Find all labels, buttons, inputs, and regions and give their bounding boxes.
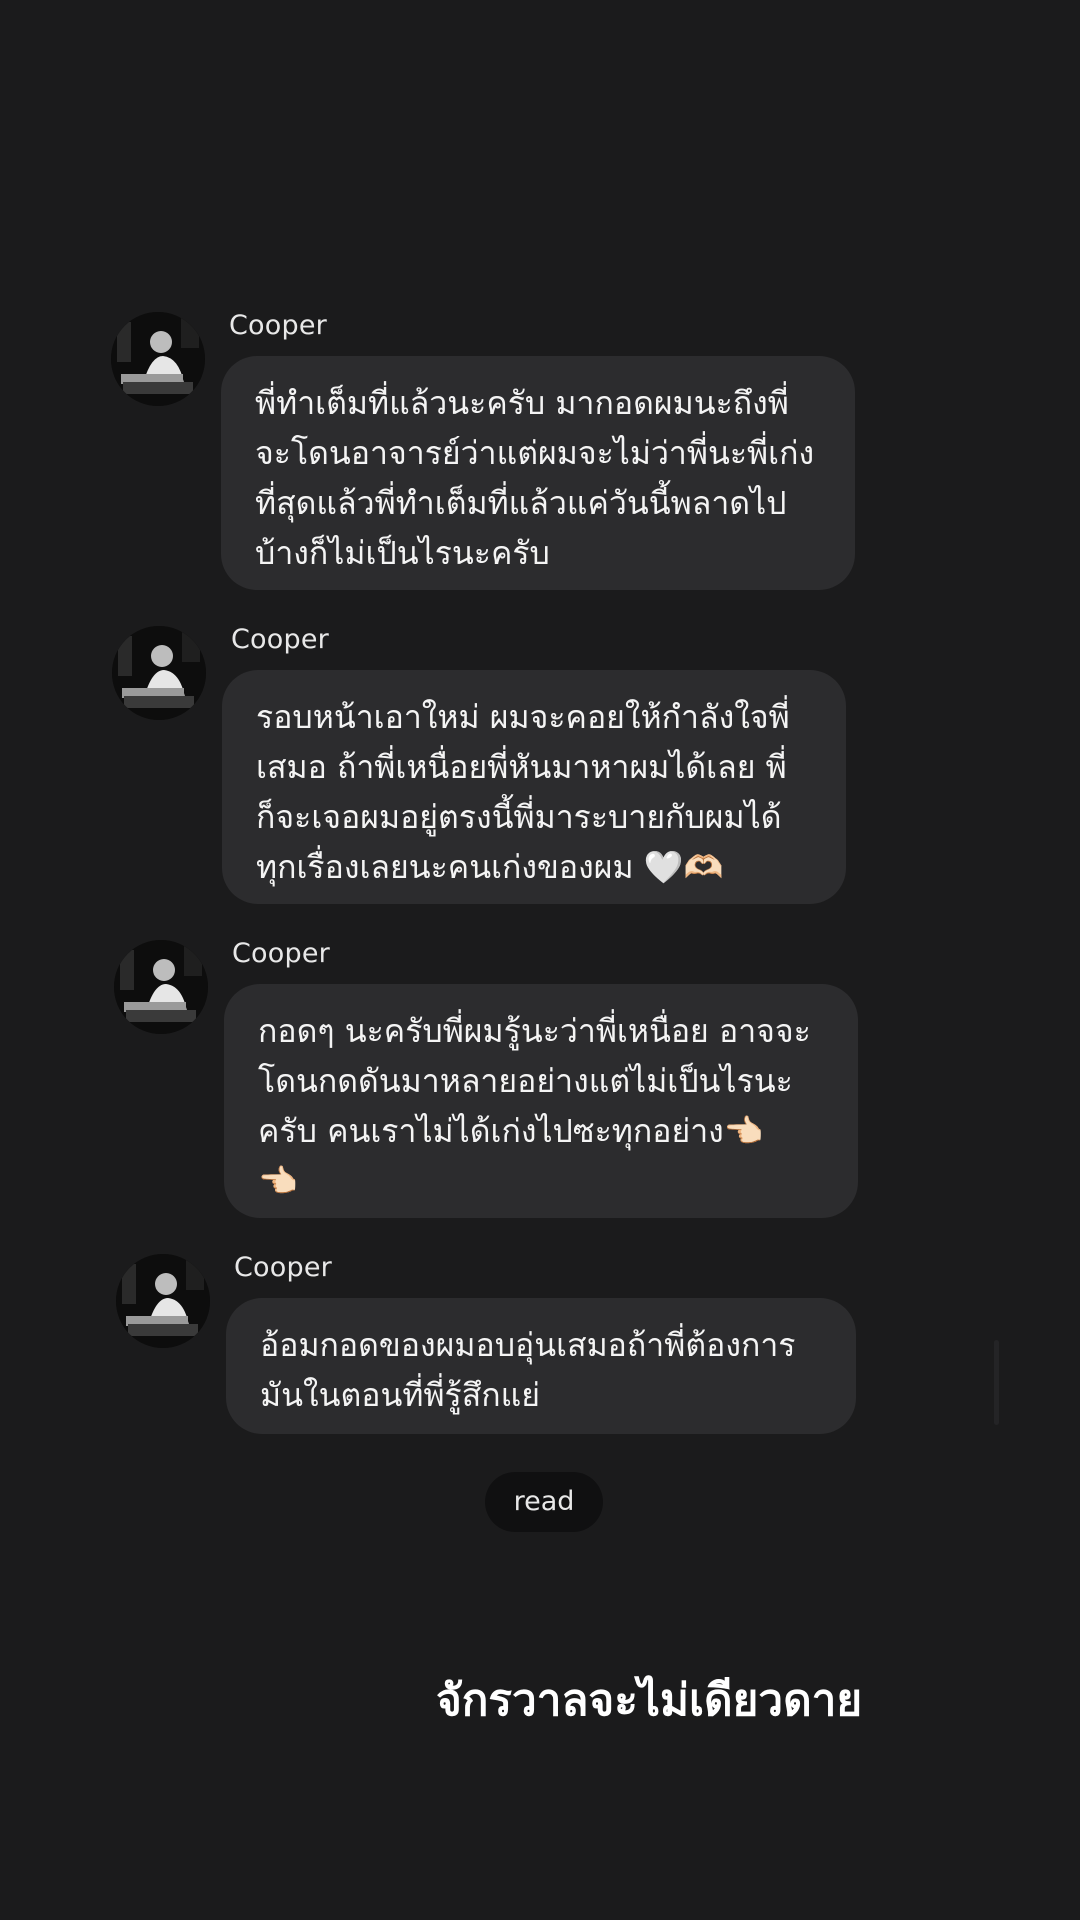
avatar-photo-icon bbox=[114, 940, 208, 1034]
message-line: จะโดนอาจารย์ว่าแต่ผมจะไม่ว่าพี่นะพี่เก่ง bbox=[255, 434, 815, 472]
avatar[interactable] bbox=[114, 940, 208, 1034]
scrollbar[interactable] bbox=[994, 1340, 999, 1425]
avatar[interactable] bbox=[112, 626, 206, 720]
sender-name: Cooper bbox=[229, 310, 327, 341]
message-line: อ้อมกอดของผมอบอุ่นเสมอถ้าพี่ต้องการ bbox=[260, 1326, 796, 1364]
message-bubble[interactable]: รอบหน้าเอาใหม่ ผมจะคอยให้กำลังใจพี่ เสมอ… bbox=[222, 670, 846, 904]
message-line: ที่สุดแล้วพี่ทำเต็มที่แล้วแค่วันนี้พลาดไ… bbox=[255, 484, 787, 522]
message-bubble[interactable]: พี่ทำเต็มที่แล้วนะครับ มากอดผมนะถึงพี่ จ… bbox=[221, 356, 855, 590]
sender-name: Cooper bbox=[232, 938, 330, 969]
message-line: ครับ คนเราไม่ได้เก่งไปซะทุกอย่าง👈🏻 bbox=[258, 1112, 764, 1150]
sender-name: Cooper bbox=[231, 624, 329, 655]
message-line: พี่ทำเต็มที่แล้วนะครับ มากอดผมนะถึงพี่ bbox=[255, 384, 789, 422]
message-line: รอบหน้าเอาใหม่ ผมจะคอยให้กำลังใจพี่ bbox=[256, 698, 790, 736]
message-line: 👈🏻 bbox=[258, 1162, 298, 1200]
avatar[interactable] bbox=[116, 1254, 210, 1348]
message-line: มันในตอนที่พี่รู้สึกแย่ bbox=[260, 1376, 540, 1414]
message-line: บ้างก็ไม่เป็นไรนะครับ bbox=[255, 534, 550, 572]
message-bubble[interactable]: อ้อมกอดของผมอบอุ่นเสมอถ้าพี่ต้องการ มันใ… bbox=[226, 1298, 856, 1434]
avatar[interactable] bbox=[111, 312, 205, 406]
sender-name: Cooper bbox=[234, 1252, 332, 1283]
avatar-photo-icon bbox=[112, 626, 206, 720]
message-line: ก็จะเจอผมอยู่ตรงนี้พี่มาระบายกับผมได้ bbox=[256, 798, 782, 836]
message-line: กอดๆ นะครับพี่ผมรู้นะว่าพี่เหนื่อย อาจจะ bbox=[258, 1012, 811, 1050]
story-caption: จักรวาลจะไม่เดียวดาย bbox=[436, 1675, 863, 1726]
message-line: เสมอ ถ้าพี่เหนื่อยพี่หันมาหาผมได้เลย พี่ bbox=[256, 748, 787, 786]
message-line: โดนกดดันมาหลายอย่างแต่ไม่เป็นไรนะ bbox=[258, 1062, 793, 1100]
message-bubble[interactable]: กอดๆ นะครับพี่ผมรู้นะว่าพี่เหนื่อย อาจจะ… bbox=[224, 984, 858, 1218]
read-receipt-badge: read bbox=[485, 1472, 603, 1532]
message-line: ทุกเรื่องเลยนะคนเก่งของผม 🤍🫶🏻 bbox=[256, 848, 724, 886]
avatar-photo-icon bbox=[116, 1254, 210, 1348]
avatar-photo-icon bbox=[111, 312, 205, 406]
